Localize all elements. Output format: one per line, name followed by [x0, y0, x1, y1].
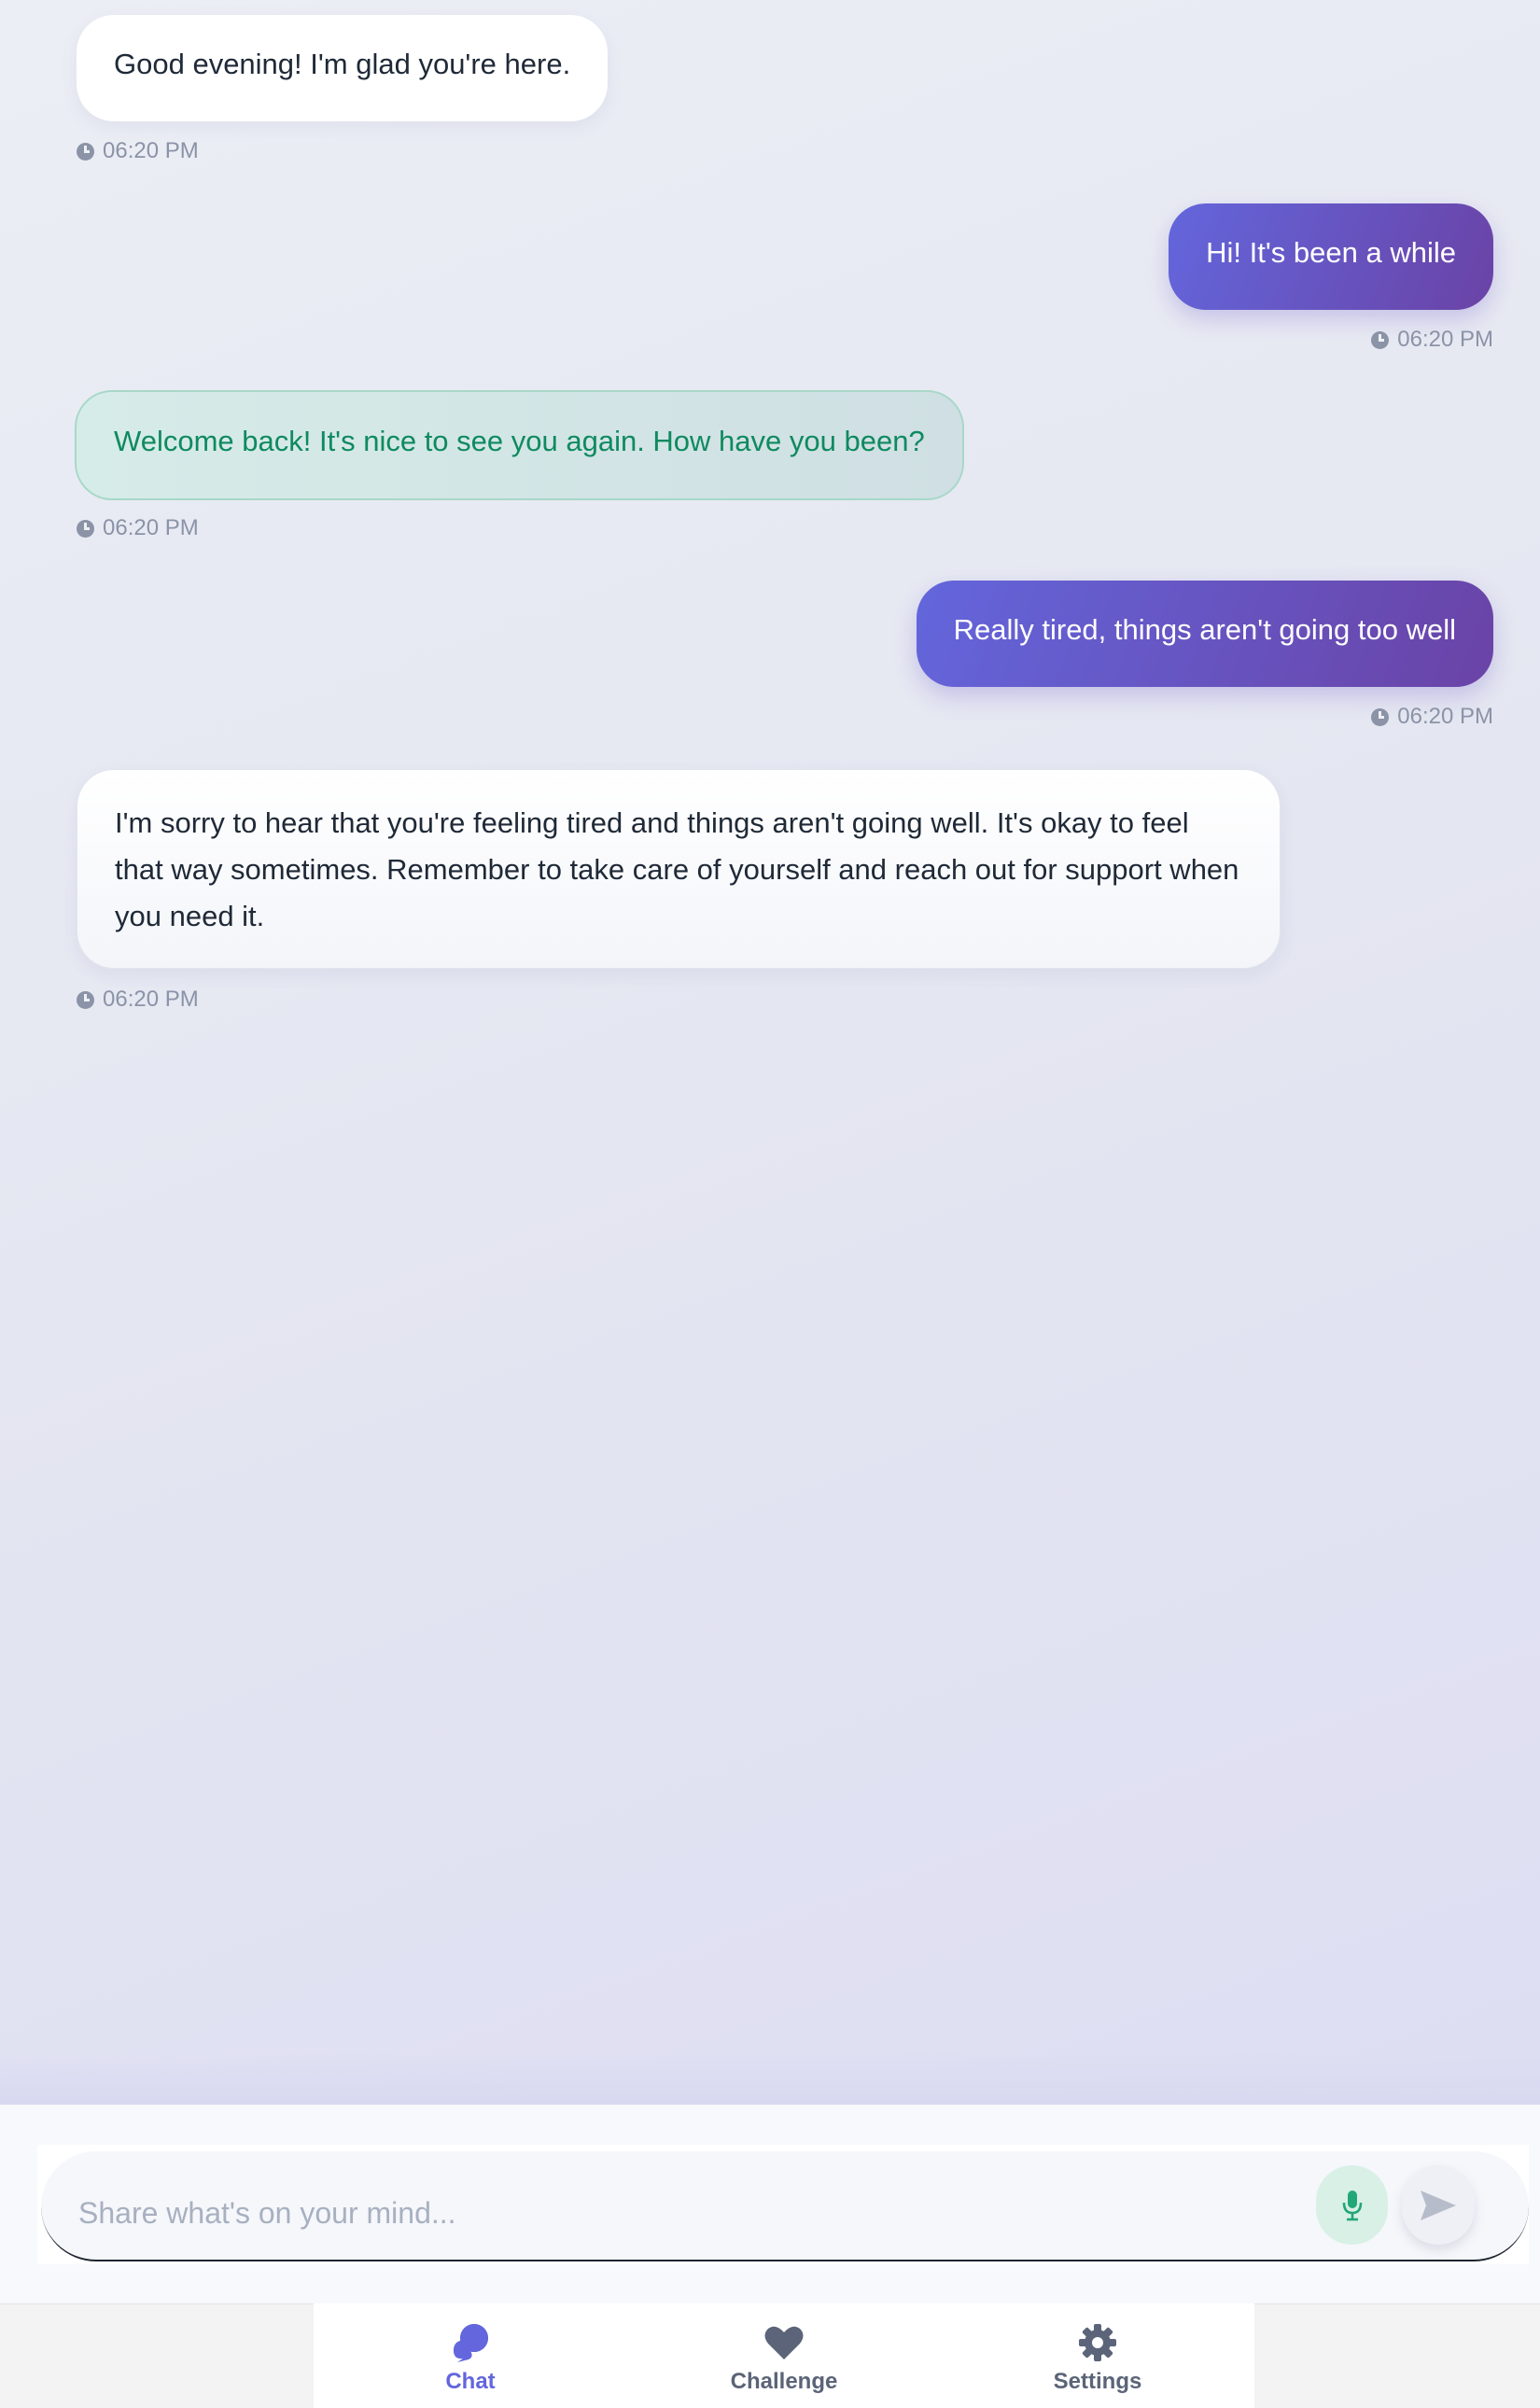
- message-bubble: Really tired, things aren't going too we…: [916, 581, 1493, 687]
- nav-item-chat[interactable]: Chat: [314, 2303, 627, 2408]
- chat-bubbles-icon: [449, 2322, 492, 2363]
- nav-label: Settings: [1053, 2369, 1142, 2394]
- timestamp-text: 06:20 PM: [103, 515, 199, 540]
- nav-item-challenge[interactable]: Challenge: [627, 2303, 941, 2408]
- message-bot-2: Welcome back! It's nice to see you again…: [75, 390, 964, 500]
- composer-fade: [0, 2053, 1540, 2105]
- message-timestamp: 06:20 PM: [77, 514, 199, 542]
- clock-icon: [77, 142, 94, 161]
- clock-icon: [77, 519, 94, 538]
- message-timestamp: 06:20 PM: [77, 137, 199, 165]
- message-bubble: Good evening! I'm glad you're here.: [77, 15, 609, 121]
- voice-input-button[interactable]: [1316, 2165, 1388, 2245]
- clock-icon: [1371, 707, 1390, 726]
- message-user-2: Really tired, things aren't going too we…: [916, 581, 1493, 687]
- message-bubble: Welcome back! It's nice to see you again…: [75, 390, 964, 500]
- send-icon: [1421, 2190, 1456, 2220]
- message-text: Really tired, things aren't going too we…: [953, 613, 1456, 646]
- clock-icon: [1371, 330, 1390, 349]
- timestamp-text: 06:20 PM: [1397, 327, 1493, 352]
- message-text: Welcome back! It's nice to see you again…: [114, 425, 925, 457]
- message-bubble: Hi! It's been a while: [1169, 203, 1493, 310]
- timestamp-text: 06:20 PM: [1397, 704, 1493, 729]
- chat-thread: Good evening! I'm glad you're here. 06:2…: [0, 0, 1540, 2105]
- timestamp-text: 06:20 PM: [103, 138, 199, 163]
- gear-icon: [1076, 2322, 1119, 2363]
- nav-item-settings[interactable]: Settings: [941, 2303, 1254, 2408]
- message-timestamp: 06:20 PM: [1371, 703, 1493, 731]
- message-bot-1: Good evening! I'm glad you're here.: [77, 15, 609, 121]
- nav-label: Challenge: [730, 2369, 838, 2394]
- send-button[interactable]: [1402, 2165, 1475, 2245]
- microphone-icon: [1342, 2190, 1362, 2220]
- clock-icon: [77, 990, 94, 1009]
- message-text: Hi! It's been a while: [1206, 236, 1456, 269]
- message-input[interactable]: [78, 2189, 1273, 2237]
- timestamp-text: 06:20 PM: [103, 987, 199, 1012]
- message-timestamp: 06:20 PM: [1371, 326, 1493, 354]
- message-bot-3: I'm sorry to hear that you're feeling ti…: [77, 769, 1281, 969]
- message-text: I'm sorry to hear that you're feeling ti…: [115, 806, 1239, 932]
- bottom-nav: Chat Challenge Settings: [314, 2303, 1254, 2408]
- message-text: Good evening! I'm glad you're here.: [114, 48, 571, 80]
- message-timestamp: 06:20 PM: [77, 986, 199, 1014]
- heart-icon: [763, 2322, 805, 2363]
- message-user-1: Hi! It's been a while: [1169, 203, 1493, 310]
- message-bubble: I'm sorry to hear that you're feeling ti…: [77, 769, 1281, 969]
- nav-label: Chat: [445, 2369, 496, 2394]
